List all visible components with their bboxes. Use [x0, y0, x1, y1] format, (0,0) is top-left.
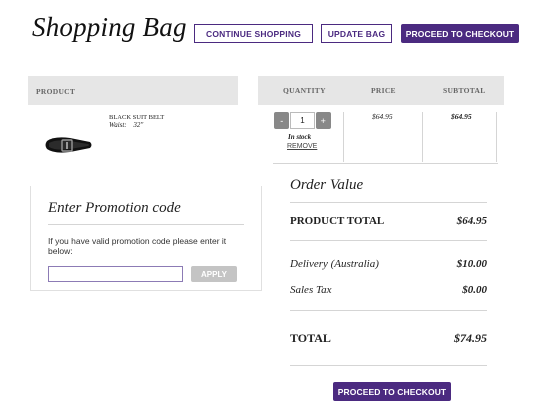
total-value: $74.95 [454, 331, 487, 345]
divider [290, 202, 487, 203]
divider [290, 240, 487, 241]
product-total-value: $64.95 [456, 215, 487, 227]
remove-link[interactable]: REMOVE [287, 143, 317, 150]
sales-tax-label: Sales Tax [290, 284, 332, 296]
proceed-to-checkout-button-top[interactable]: PROCEED TO CHECKOUT [401, 24, 519, 43]
product-total-label: PRODUCT TOTAL [290, 215, 385, 227]
price-column-header: PRICE [371, 86, 396, 95]
page-title: Shopping Bag [32, 12, 187, 42]
divider [48, 224, 244, 225]
sales-tax-value: $0.00 [462, 284, 487, 296]
quantity-column-header: QUANTITY [283, 86, 326, 95]
column-divider [422, 112, 423, 162]
product-name: BLACK SUIT BELT [109, 114, 165, 121]
product-attribute: Waist: 32" [109, 121, 143, 129]
product-attribute-value: 32" [133, 121, 144, 129]
column-divider [343, 112, 344, 162]
quantity-input[interactable]: 1 [290, 112, 315, 129]
continue-shopping-button[interactable]: CONTINUE SHOPPING [194, 24, 313, 43]
delivery-label: Delivery (Australia) [290, 258, 379, 270]
item-price: $64.95 [372, 112, 393, 121]
promotion-code-input[interactable] [48, 266, 183, 282]
product-attribute-label: Waist: [109, 121, 127, 129]
promotion-title: Enter Promotion code [48, 200, 181, 216]
order-value-title: Order Value [290, 177, 364, 193]
update-bag-button[interactable]: UPDATE BAG [321, 24, 392, 43]
column-divider [496, 112, 497, 162]
divider [273, 163, 498, 164]
belt-image [45, 137, 92, 153]
divider [290, 310, 487, 311]
item-subtotal: $64.95 [451, 112, 472, 121]
proceed-to-checkout-button-bottom[interactable]: PROCEED TO CHECKOUT [333, 382, 451, 401]
increase-quantity-button[interactable]: + [315, 112, 331, 129]
divider [290, 365, 487, 366]
apply-button[interactable]: APPLY [191, 266, 237, 282]
stock-status: In stock [288, 133, 312, 141]
decrease-quantity-button[interactable]: - [274, 112, 290, 129]
promotion-instructions: If you have valid promotion code please … [48, 236, 227, 256]
quantity-stepper: - 1 + [274, 112, 331, 129]
product-column-header: PRODUCT [36, 87, 76, 96]
total-label: TOTAL [290, 331, 331, 345]
delivery-value: $10.00 [456, 258, 487, 270]
subtotal-column-header: SUBTOTAL [443, 86, 486, 95]
